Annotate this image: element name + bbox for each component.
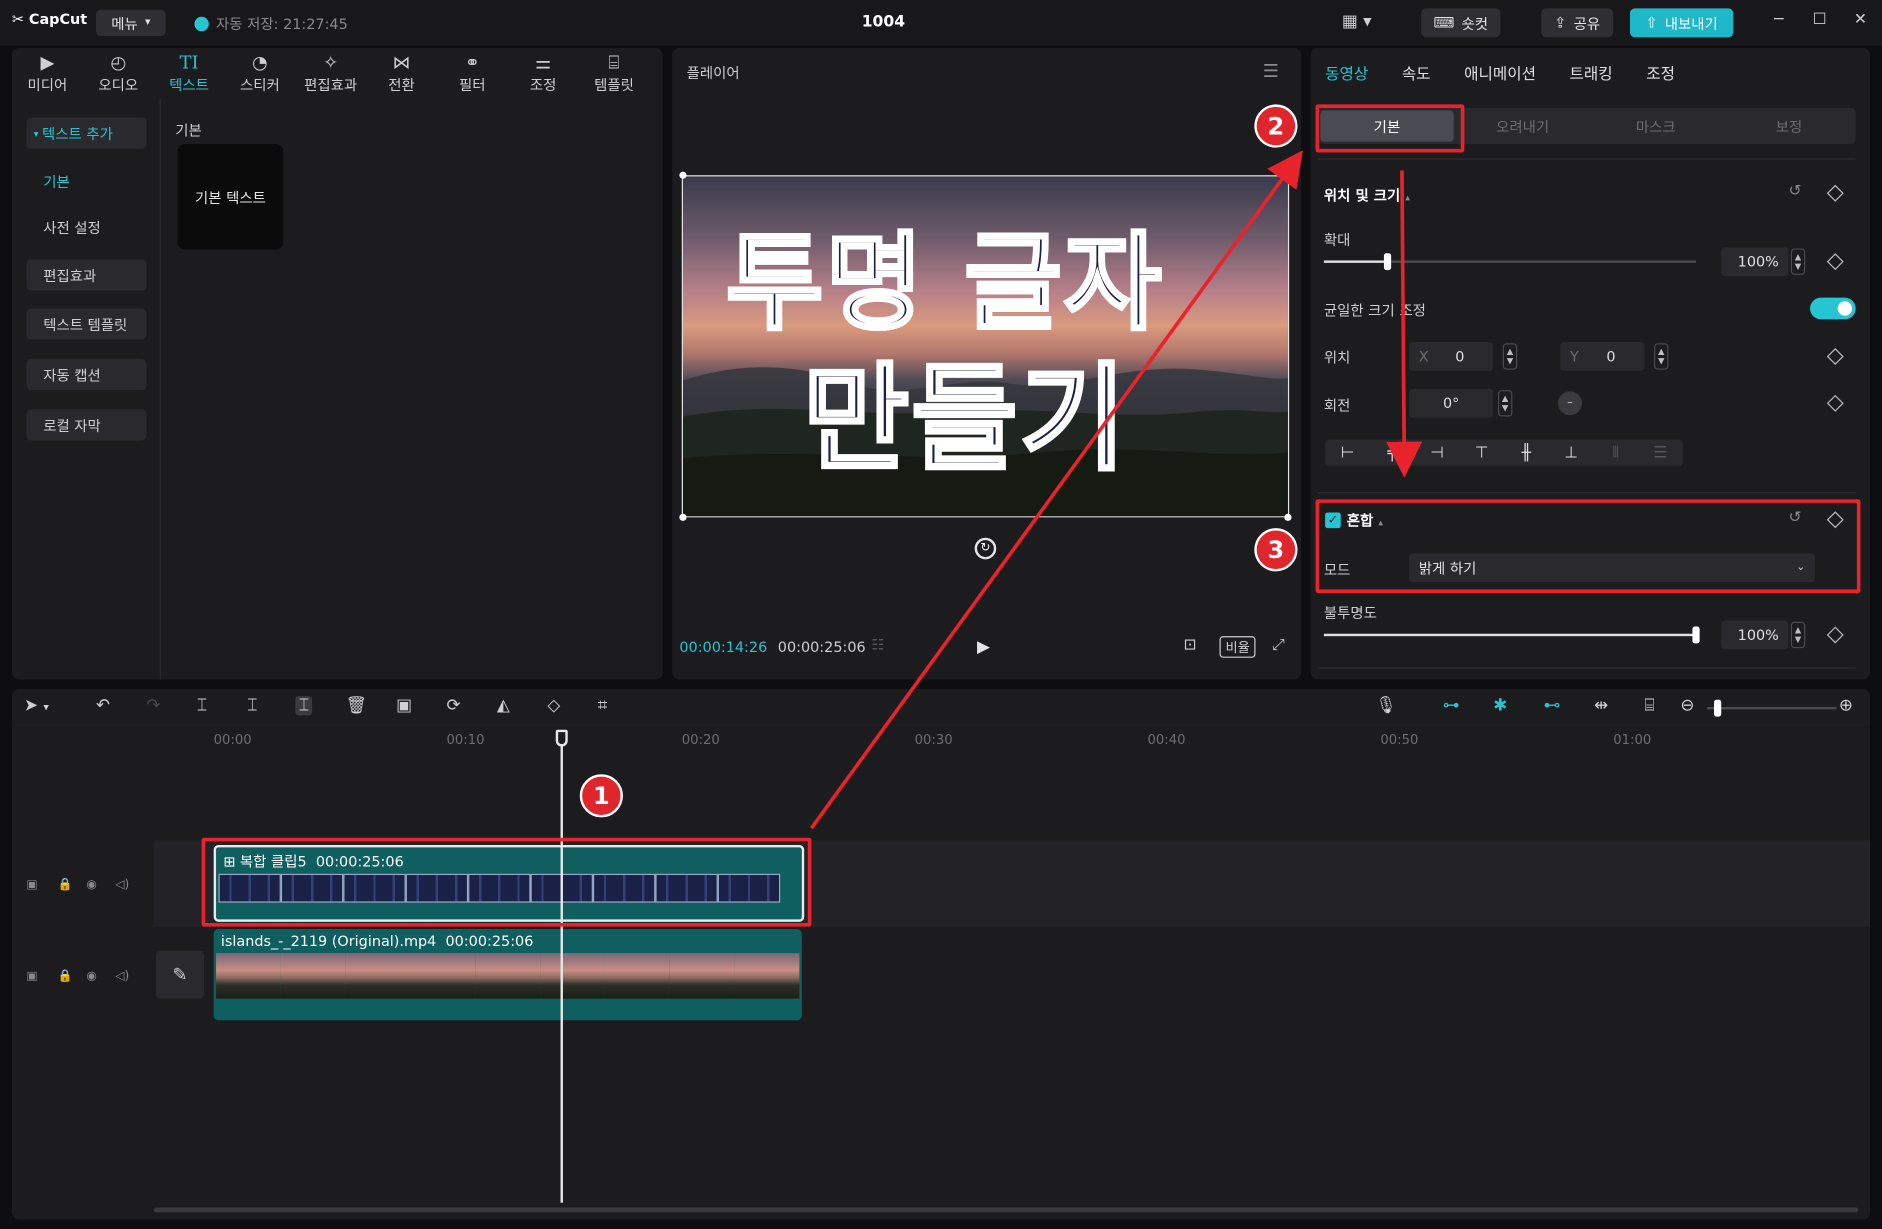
step-badge-2: 2 xyxy=(1254,104,1298,148)
annotation-arrows xyxy=(809,150,1423,830)
capcut-window: ✂ CapCut 메뉴 ▾ 자동 저장: 21:27:45 1004 ▦ ▾ ⌨ 숏컷… xyxy=(0,0,1882,1229)
arrow-basic-to-blend xyxy=(1386,170,1423,478)
highlight-compound-clip xyxy=(201,837,812,927)
step-badge-3: 3 xyxy=(1254,528,1298,572)
highlight-blend-section xyxy=(1315,499,1861,593)
highlight-basic-tab xyxy=(1315,104,1465,153)
step-badge-1: 1 xyxy=(579,774,623,818)
arrow-clip-to-basic xyxy=(809,150,1303,830)
